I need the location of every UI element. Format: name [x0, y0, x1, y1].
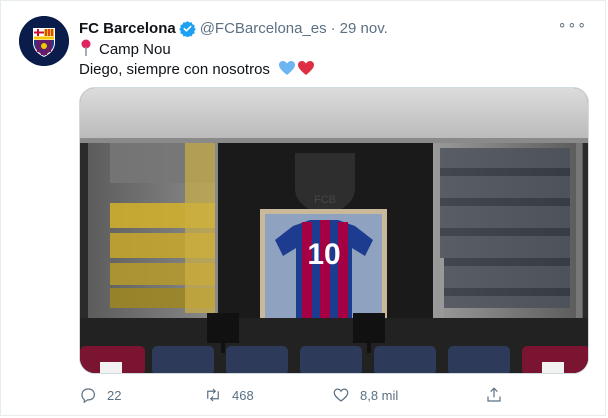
reply-count: 22 — [107, 387, 122, 403]
location-text: Camp Nou — [99, 41, 171, 58]
red-heart-icon — [297, 60, 315, 76]
like-button[interactable]: 8,8 mil — [332, 383, 398, 407]
more-options-button[interactable]: ∘∘∘ — [558, 16, 587, 33]
reply-icon — [81, 388, 95, 404]
author-handle[interactable]: @FCBarcelona_es — [200, 20, 327, 37]
separator-dot: · — [330, 19, 336, 37]
like-icon — [333, 388, 349, 402]
avatar[interactable] — [19, 16, 69, 66]
pin-icon — [79, 39, 93, 57]
stadium-photo: FCB 10 — [80, 88, 588, 373]
retweet-count: 468 — [232, 387, 254, 403]
wall-crest-text: FCB — [314, 194, 336, 206]
jersey-number: 10 — [307, 238, 340, 271]
retweet-icon — [207, 388, 219, 402]
tweet-header: FC Barcelona @FCBarcelona_es · 29 nov. — [79, 18, 585, 38]
reply-button[interactable]: 22 — [79, 383, 121, 407]
blue-heart-icon — [278, 60, 296, 76]
retweet-button[interactable]: 468 — [204, 383, 254, 407]
tweet-date[interactable]: 29 nov. — [340, 20, 388, 37]
share-icon — [487, 387, 501, 402]
tweet-photo[interactable]: FCB 10 — [79, 87, 589, 374]
location-line: Camp Nou — [79, 39, 171, 60]
body-text: Diego, siempre con nosotros — [79, 61, 270, 78]
tweet-actions: 22 468 8,8 mil — [79, 383, 589, 407]
author-name[interactable]: FC Barcelona — [79, 20, 176, 37]
fcb-crest-logo — [19, 16, 69, 66]
tweet-text: Diego, siempre con nosotros — [79, 60, 315, 80]
tweet-card[interactable]: FC Barcelona @FCBarcelona_es · 29 nov. ∘… — [0, 0, 606, 416]
verified-icon — [178, 20, 196, 37]
like-count: 8,8 mil — [360, 387, 399, 403]
share-button[interactable] — [485, 383, 503, 407]
